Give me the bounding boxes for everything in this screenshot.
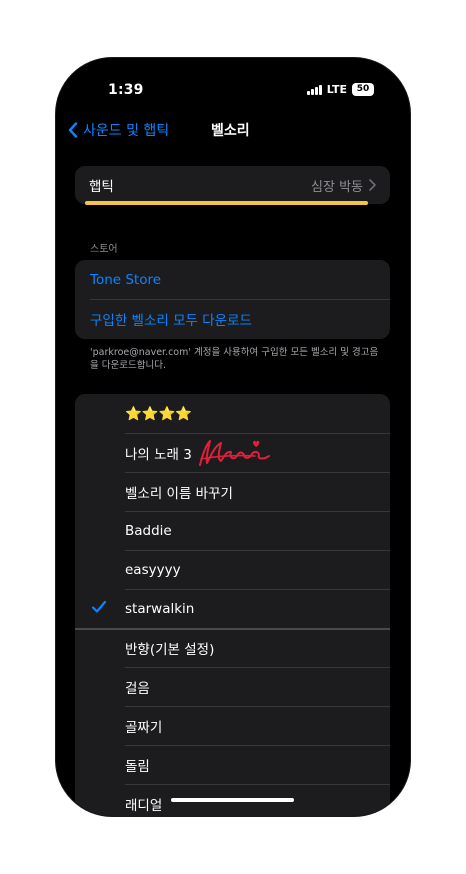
network-label: LTE	[326, 83, 347, 96]
ringtone-item[interactable]: 반향(기본 설정)	[75, 628, 390, 667]
ringtone-item[interactable]: ⭐⭐⭐⭐	[75, 394, 390, 433]
ringtone-label: ⭐⭐⭐⭐	[125, 405, 193, 422]
ringtone-label: starwalkin	[125, 600, 195, 617]
download-all-link[interactable]: 구입한 벨소리 모두 다운로드	[75, 299, 390, 338]
haptic-card: 햅틱 심장 박동	[75, 166, 390, 204]
ringtone-list: ⭐⭐⭐⭐ 나의 노래 3 벨소리 이름 바꾸기 Baddie easyyyy s…	[75, 394, 390, 816]
checkmark-icon	[91, 600, 107, 613]
haptic-row[interactable]: 햅틱 심장 박동	[75, 166, 390, 204]
ringtone-label: 래디얼	[125, 797, 163, 814]
battery-icon: 50	[352, 83, 374, 96]
ringtone-label: 나의 노래 3	[125, 446, 192, 463]
signal-icon	[306, 84, 322, 95]
back-label: 사운드 및 햅틱	[83, 123, 170, 139]
page-title: 벨소리	[211, 123, 250, 139]
store-card: Tone Store 구입한 벨소리 모두 다운로드	[75, 260, 390, 339]
ringtone-item[interactable]: 나의 노래 3	[75, 433, 390, 472]
ringtone-item[interactable]: easyyyy	[75, 550, 390, 589]
ringtone-item[interactable]: 벨소리 이름 바꾸기	[75, 472, 390, 511]
store-footnote: 'parkroe@naver.com' 계정을 사용하여 구입한 모든 벨소리 …	[90, 347, 379, 371]
phone-frame: 1:39 LTE 50 사운드 및 햅틱 벨소리 햅틱 심장 박동 스토어 To…	[56, 58, 410, 816]
ringtone-item-selected[interactable]: starwalkin	[75, 589, 390, 628]
ringtone-label: 걸음	[125, 680, 150, 697]
home-indicator[interactable]	[171, 798, 294, 802]
back-button[interactable]: 사운드 및 햅틱	[68, 120, 169, 140]
status-time: 1:39	[108, 82, 144, 98]
ringtone-label: easyyyy	[125, 561, 181, 578]
ringtone-label: 골짜기	[125, 719, 163, 736]
screen: 1:39 LTE 50 사운드 및 햅틱 벨소리 햅틱 심장 박동 스토어 To…	[56, 58, 410, 816]
ringtone-label: 돌림	[125, 758, 150, 775]
haptic-value-group: 심장 박동	[311, 176, 376, 195]
ringtone-item[interactable]: 골짜기	[75, 706, 390, 745]
chevron-right-icon	[369, 179, 376, 191]
tone-store-link[interactable]: Tone Store	[75, 260, 390, 299]
haptic-label: 햅틱	[89, 179, 114, 195]
ringtone-label: Baddie	[125, 522, 172, 539]
ringtone-item[interactable]: 걸음	[75, 667, 390, 706]
ringtone-label: 벨소리 이름 바꾸기	[125, 485, 233, 502]
highlight-underline	[85, 201, 368, 205]
haptic-value: 심장 박동	[311, 179, 363, 195]
ringtone-item[interactable]: 돌림	[75, 745, 390, 784]
chevron-left-icon	[68, 122, 78, 138]
status-indicators: LTE 50	[306, 83, 374, 96]
section-header-store: 스토어	[90, 244, 118, 255]
ringtone-label: 반향(기본 설정)	[125, 641, 215, 658]
signature-scribble	[199, 440, 270, 466]
ringtone-item[interactable]: Baddie	[75, 511, 390, 550]
